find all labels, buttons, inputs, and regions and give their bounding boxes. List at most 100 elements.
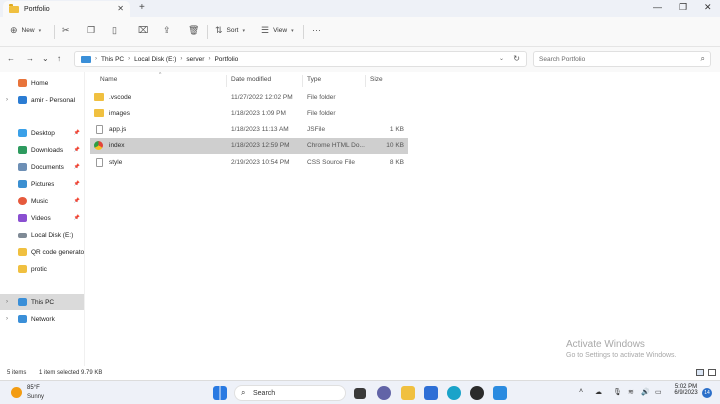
column-divider[interactable]: [365, 75, 366, 87]
sidebar-item-this-pc[interactable]: › This PC: [0, 294, 84, 310]
volume-icon[interactable]: 🔊: [641, 388, 650, 396]
file-explorer-icon[interactable]: [401, 386, 415, 400]
column-header-date[interactable]: Date modified: [231, 76, 271, 83]
file-size: 10 KB: [386, 142, 404, 149]
details-view-button[interactable]: [696, 369, 704, 376]
breadcrumb-local-disk[interactable]: Local Disk (E:): [134, 56, 176, 63]
app-icon[interactable]: [470, 386, 484, 400]
address-dropdown-icon[interactable]: ⌄: [499, 55, 504, 62]
chevron-down-icon: ▾: [38, 27, 42, 34]
paste-button[interactable]: ▯: [112, 25, 117, 36]
tab-portfolio[interactable]: Portfolio ✕: [3, 1, 130, 17]
battery-icon[interactable]: ▭: [655, 388, 662, 396]
close-window-button[interactable]: ✕: [704, 2, 712, 13]
sidebar-item-label: Documents: [31, 163, 64, 171]
up-arrow-icon[interactable]: ↑: [57, 54, 61, 63]
video-icon: [18, 214, 27, 222]
maximize-button[interactable]: ❐: [679, 2, 687, 13]
sidebar-item-downloads[interactable]: Downloads 📌: [0, 142, 84, 158]
paste-icon: ▯: [112, 25, 117, 35]
column-header-size[interactable]: Size: [370, 76, 383, 83]
more-options-button[interactable]: ···: [312, 25, 321, 35]
weather-sun-icon[interactable]: [11, 387, 22, 398]
address-bar[interactable]: › This PC › Local Disk (E:) › server › P…: [74, 51, 527, 67]
sidebar-item-documents[interactable]: Documents 📌: [0, 159, 84, 175]
expand-arrow-icon[interactable]: ›: [6, 316, 8, 322]
tiles-view-button[interactable]: [708, 369, 716, 376]
chevron-down-icon: ▾: [242, 27, 245, 34]
store-icon[interactable]: [424, 386, 438, 400]
pin-icon: 📌: [73, 215, 80, 221]
tray-chevron-icon[interactable]: ˄: [579, 388, 583, 395]
weather-temperature[interactable]: 85°F: [27, 385, 40, 391]
sidebar-item-qr-code-generator[interactable]: QR code generator: [0, 244, 84, 260]
sidebar-item-pictures[interactable]: Pictures 📌: [0, 176, 84, 192]
tab-close-icon[interactable]: ✕: [117, 4, 124, 13]
taskbar-search[interactable]: ⌕ Search: [234, 385, 346, 401]
scissors-icon: ✂: [62, 25, 70, 35]
refresh-icon[interactable]: ↻: [513, 54, 520, 63]
breadcrumb-server[interactable]: server: [186, 56, 204, 63]
pane-divider[interactable]: [84, 72, 85, 366]
column-divider[interactable]: [302, 75, 303, 87]
file-date: 1/18/2023 1:09 PM: [231, 110, 286, 117]
weather-description[interactable]: Sunny: [27, 394, 44, 400]
notification-badge[interactable]: 14: [702, 388, 712, 398]
taskbar: 85°F Sunny ⌕ Search ˄ ☁ 🎙 ≋ 🔊 ▭ 5:02 PM …: [0, 380, 720, 404]
task-view-icon[interactable]: [354, 388, 366, 399]
file-size: 1 KB: [389, 126, 404, 133]
forward-arrow-icon[interactable]: →: [26, 54, 34, 63]
expand-arrow-icon[interactable]: ›: [6, 97, 8, 103]
share-button[interactable]: ⇪: [163, 25, 171, 36]
edge-icon[interactable]: [447, 386, 461, 400]
pin-icon: 📌: [73, 198, 80, 204]
file-date: 1/18/2023 12:59 PM: [231, 142, 290, 149]
new-button[interactable]: ⊕ New ▾: [10, 25, 41, 36]
sidebar-item-protic[interactable]: protic: [0, 261, 84, 277]
file-type: JSFile: [307, 126, 326, 133]
file-row-images[interactable]: images 1/18/2023 1:09 PM File folder: [90, 106, 408, 122]
search-input[interactable]: Search Portfolio ⌕: [533, 51, 711, 67]
sidebar-item-videos[interactable]: Videos 📌: [0, 210, 84, 226]
sidebar-item-network[interactable]: › Network: [0, 311, 84, 327]
sidebar-item-desktop[interactable]: Desktop 📌: [0, 125, 84, 141]
chevron-right-icon: ›: [128, 56, 131, 62]
wifi-icon[interactable]: ≋: [628, 388, 634, 396]
cut-button[interactable]: ✂: [62, 25, 70, 36]
start-windows-icon[interactable]: [213, 386, 227, 400]
delete-button[interactable]: 🗑: [188, 25, 199, 36]
column-divider[interactable]: [226, 75, 227, 87]
column-header-name[interactable]: Name: [100, 76, 117, 83]
back-arrow-icon[interactable]: ←: [7, 54, 15, 63]
breadcrumb-this-pc[interactable]: This PC: [101, 56, 124, 63]
js-file-icon: [96, 125, 103, 134]
sort-button[interactable]: ⇅ Sort ▾: [215, 25, 245, 36]
view-button[interactable]: ☰ View ▾: [261, 25, 294, 36]
microphone-icon[interactable]: 🎙: [613, 388, 622, 396]
clock[interactable]: 5:02 PM 6/9/2023: [670, 384, 702, 396]
new-tab-button[interactable]: +: [139, 2, 145, 13]
file-row-style[interactable]: style 2/19/2023 10:54 PM CSS Source File…: [90, 155, 408, 171]
file-name: app.js: [109, 126, 127, 133]
sidebar-item-local-disk[interactable]: Local Disk (E:): [0, 227, 84, 243]
breadcrumb-portfolio[interactable]: Portfolio: [214, 56, 238, 63]
copy-button[interactable]: ❐: [87, 25, 95, 36]
column-header-type[interactable]: Type: [307, 76, 321, 83]
sidebar-item-home[interactable]: Home: [0, 75, 84, 91]
vscode-icon[interactable]: [493, 386, 507, 400]
cloud-sync-icon[interactable]: ☁: [595, 388, 602, 396]
sidebar-item-label: Videos: [31, 214, 51, 222]
file-row-index[interactable]: index 1/18/2023 12:59 PM Chrome HTML Do.…: [90, 138, 408, 154]
recent-chevron-icon[interactable]: ⌄: [42, 54, 49, 63]
sidebar-item-onedrive[interactable]: › amir - Personal: [0, 92, 84, 108]
chat-icon[interactable]: [377, 386, 391, 400]
expand-arrow-icon[interactable]: ›: [6, 299, 8, 305]
trash-icon: 🗑: [188, 25, 200, 35]
rename-button[interactable]: ⌧: [138, 25, 148, 36]
file-row-vscode[interactable]: .vscode 11/27/2022 12:02 PM File folder: [90, 90, 408, 106]
minimize-button[interactable]: —: [653, 2, 662, 12]
file-row-app-js[interactable]: app.js 1/18/2023 11:13 AM JSFile 1 KB: [90, 122, 408, 138]
more-icon: ···: [312, 25, 321, 35]
sidebar-item-music[interactable]: Music 📌: [0, 193, 84, 209]
divider: [207, 25, 208, 39]
